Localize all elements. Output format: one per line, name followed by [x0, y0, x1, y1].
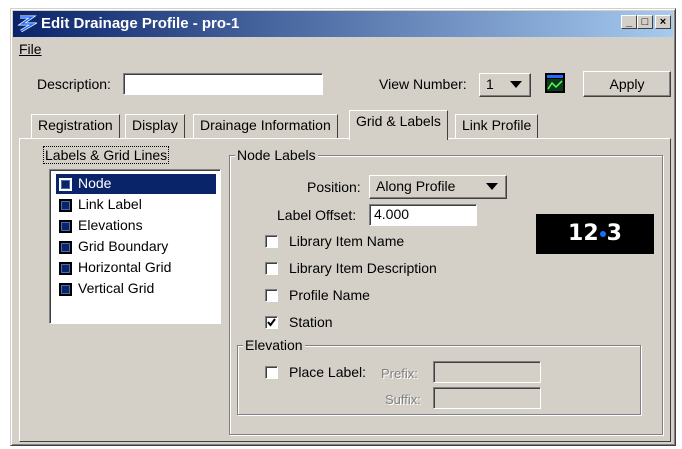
color-swatch-icon [59, 178, 72, 191]
node-labels-title: Node Labels [235, 147, 318, 163]
list-item-grid-boundary[interactable]: Grid Boundary [56, 237, 216, 257]
library-item-description-label: Library Item Description [289, 260, 437, 276]
list-item-label: Link Label [78, 196, 142, 212]
profile-name-label: Profile Name [289, 287, 370, 303]
check-icon [267, 318, 276, 327]
color-swatch-icon [59, 283, 72, 296]
preview-dot-icon [599, 231, 606, 237]
list-item-label: Node [78, 175, 112, 191]
list-item-node[interactable]: Node [56, 174, 216, 194]
position-label: Position: [307, 179, 361, 195]
station-label: Station [289, 314, 333, 330]
labels-grid-listbox: Node Link Label Elevations Grid Boundary… [49, 169, 221, 324]
list-item-link-label[interactable]: Link Label [56, 195, 216, 215]
suffix-input[interactable] [433, 387, 541, 409]
label-offset-label: Label Offset: [277, 207, 357, 223]
edit-drainage-profile-window: Edit Drainage Profile - pro-1 _ □ × File… [10, 8, 676, 446]
color-swatch-icon [59, 220, 72, 233]
menu-file[interactable]: File [19, 41, 42, 57]
preview-text-left: 12 [568, 221, 599, 246]
place-label-checkbox[interactable] [265, 366, 278, 379]
library-item-name-checkbox[interactable] [265, 235, 278, 248]
apply-button[interactable]: Apply [583, 71, 671, 97]
view-picker-button[interactable] [541, 71, 569, 99]
station-checkbox[interactable] [265, 316, 278, 329]
prefix-input[interactable] [433, 361, 541, 383]
profile-name-checkbox[interactable] [265, 289, 278, 302]
list-item-label: Elevations [78, 217, 143, 233]
view-number-value: 1 [486, 76, 494, 92]
tab-drainage-information[interactable]: Drainage Information [193, 114, 338, 138]
view-window-icon [545, 73, 565, 93]
library-item-description-checkbox[interactable] [265, 262, 278, 275]
description-label: Description: [37, 76, 111, 92]
preview-text-right: 3 [606, 221, 622, 246]
list-item-label: Vertical Grid [78, 280, 155, 296]
prefix-label: Prefix: [381, 366, 418, 381]
list-item-vertical-grid[interactable]: Vertical Grid [56, 279, 216, 299]
tab-display[interactable]: Display [125, 114, 185, 138]
menu-bar: File [13, 39, 673, 59]
tab-registration[interactable]: Registration [31, 114, 120, 138]
suffix-label: Suffix: [385, 392, 421, 407]
app-logo-icon [17, 15, 37, 33]
library-item-name-label: Library Item Name [289, 233, 405, 249]
color-swatch-icon [59, 262, 72, 275]
position-dropdown[interactable]: Along Profile [369, 175, 507, 199]
label-preview: 12 3 [536, 214, 654, 254]
tab-link-profile[interactable]: Link Profile [455, 114, 539, 138]
color-swatch-icon [59, 241, 72, 254]
view-number-label: View Number: [379, 76, 467, 92]
close-button[interactable]: × [655, 15, 671, 29]
list-item-label: Grid Boundary [78, 238, 169, 254]
label-offset-input[interactable]: 4.000 [369, 204, 477, 226]
list-item-horizontal-grid[interactable]: Horizontal Grid [56, 258, 216, 278]
view-number-dropdown[interactable]: 1 [479, 73, 531, 97]
chevron-down-icon [486, 183, 498, 190]
chevron-down-icon [510, 81, 522, 88]
minimize-button[interactable]: _ [621, 15, 637, 29]
place-label-label: Place Label: [289, 364, 367, 380]
title-bar[interactable]: Edit Drainage Profile - pro-1 _ □ × [13, 11, 673, 37]
maximize-button[interactable]: □ [637, 15, 653, 29]
position-value: Along Profile [376, 178, 456, 194]
elevation-title: Elevation [243, 337, 305, 353]
color-swatch-icon [59, 199, 72, 212]
labels-grid-lines-title: Labels & Grid Lines [43, 146, 170, 164]
list-item-label: Horizontal Grid [78, 259, 172, 275]
description-input[interactable] [123, 73, 323, 95]
window-title: Edit Drainage Profile - pro-1 [41, 15, 240, 32]
list-item-elevations[interactable]: Elevations [56, 216, 216, 236]
tab-grid-labels[interactable]: Grid & Labels [349, 110, 448, 140]
